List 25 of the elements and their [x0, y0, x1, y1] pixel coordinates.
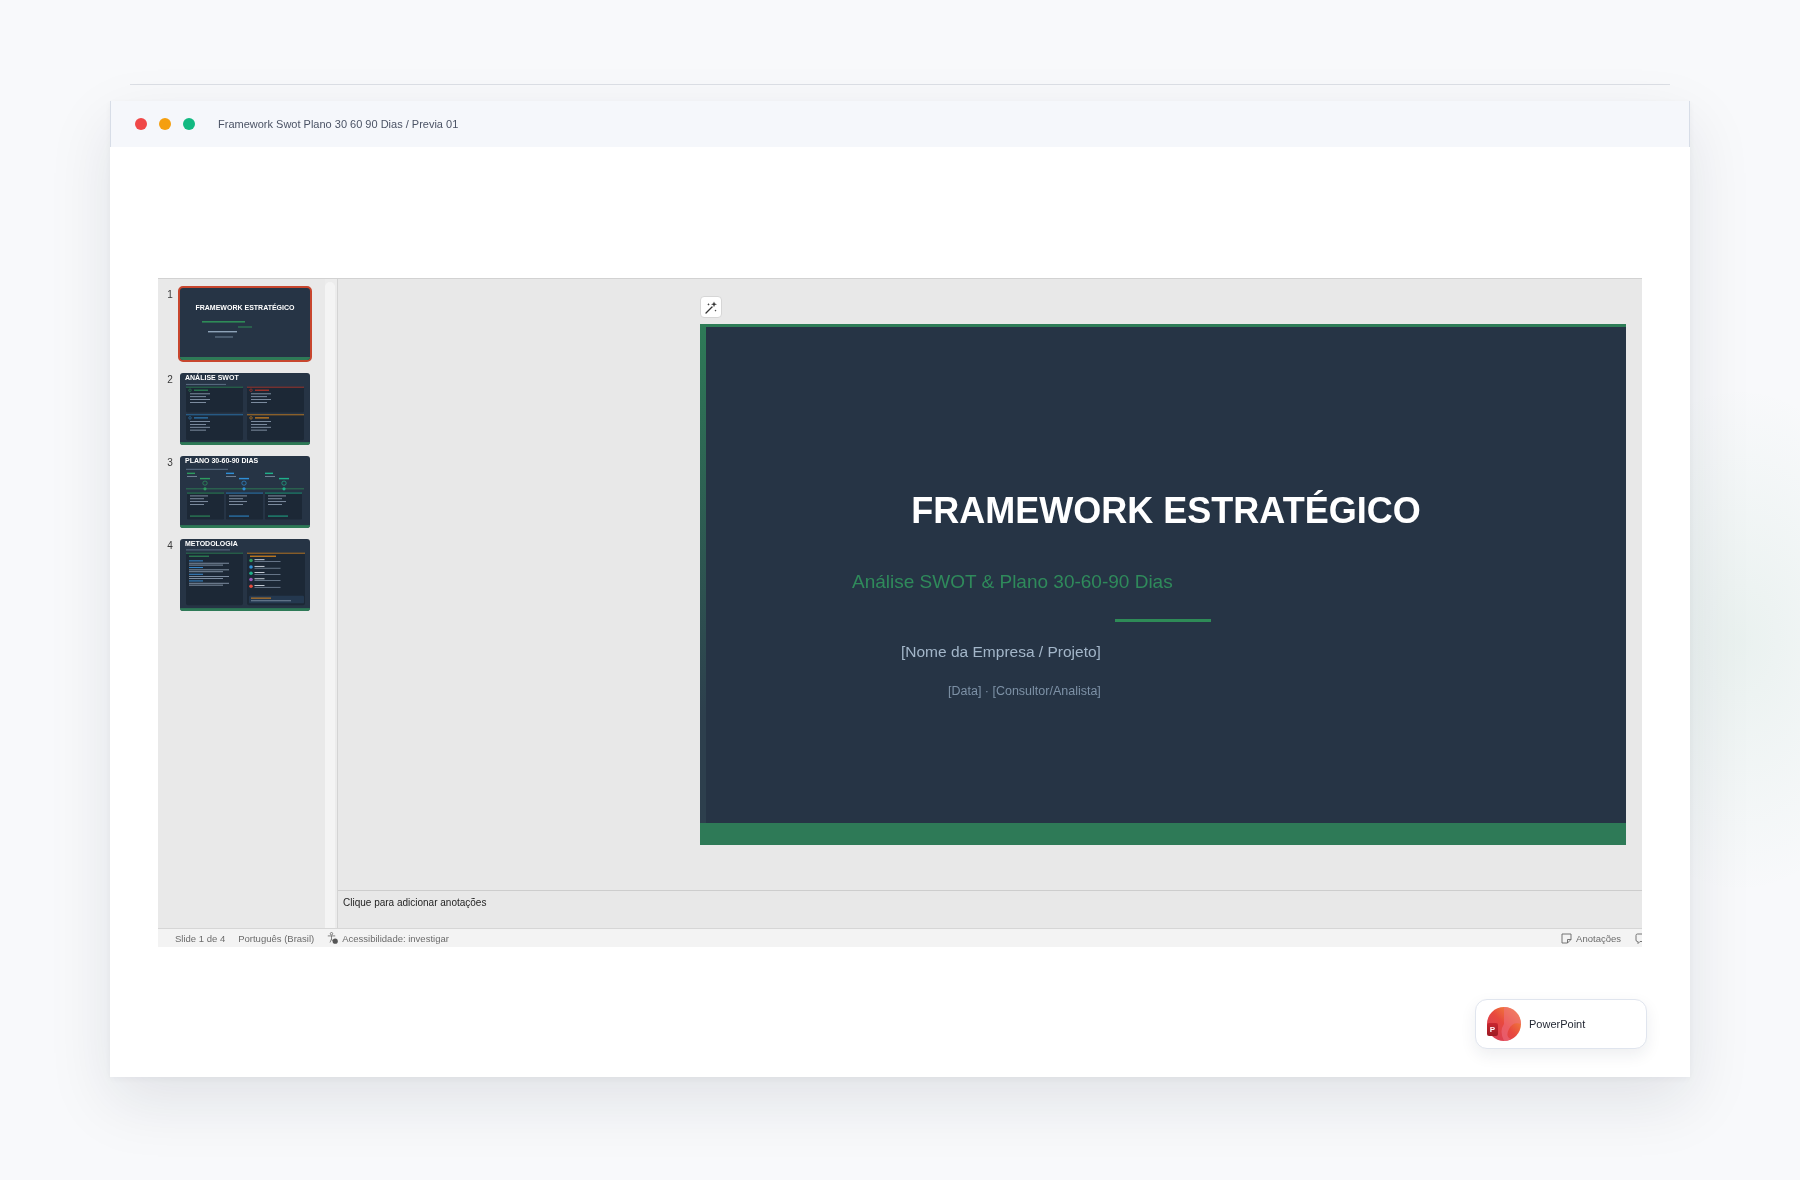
- app-name: PowerPoint: [1529, 1018, 1586, 1030]
- details-text: [Data] · [Consultor/Analista]: [948, 684, 1101, 699]
- note-icon: [1561, 932, 1573, 944]
- slide-number: 3: [166, 456, 174, 469]
- slide-subtitle: Análise SWOT & Plano 30-60-90 Dias: [852, 570, 1173, 593]
- minimize-icon[interactable]: [159, 118, 171, 130]
- close-icon[interactable]: [135, 118, 147, 130]
- slide-number: 2: [166, 373, 174, 386]
- accessibility-button[interactable]: Acessibilidade: investigar: [327, 932, 449, 944]
- accessibility-icon: [327, 932, 339, 944]
- language-label[interactable]: Português (Brasil): [238, 932, 315, 944]
- slide-title: FRAMEWORK ESTRATÉGICO: [910, 489, 1422, 532]
- slide-number: 4: [166, 539, 174, 552]
- company-text: [Nome da Empresa / Projeto]: [901, 643, 1101, 661]
- scrollbar-track[interactable]: [325, 282, 335, 928]
- wand-sparkle-icon: [704, 300, 718, 314]
- slide-counter: Slide 1 de 4: [175, 932, 226, 944]
- notes-field[interactable]: Clique para adicionar anotações: [338, 891, 1642, 928]
- maximize-icon[interactable]: [183, 118, 195, 130]
- notes-button[interactable]: Anotações: [1561, 932, 1621, 944]
- designer-button[interactable]: [700, 296, 722, 318]
- comment-icon[interactable]: [1635, 932, 1642, 944]
- window-title: Framework Swot Plano 30 60 90 Dias / Previa 01: [218, 118, 459, 130]
- slide-number: 1: [166, 288, 174, 301]
- logo-letter: P: [1487, 1023, 1498, 1036]
